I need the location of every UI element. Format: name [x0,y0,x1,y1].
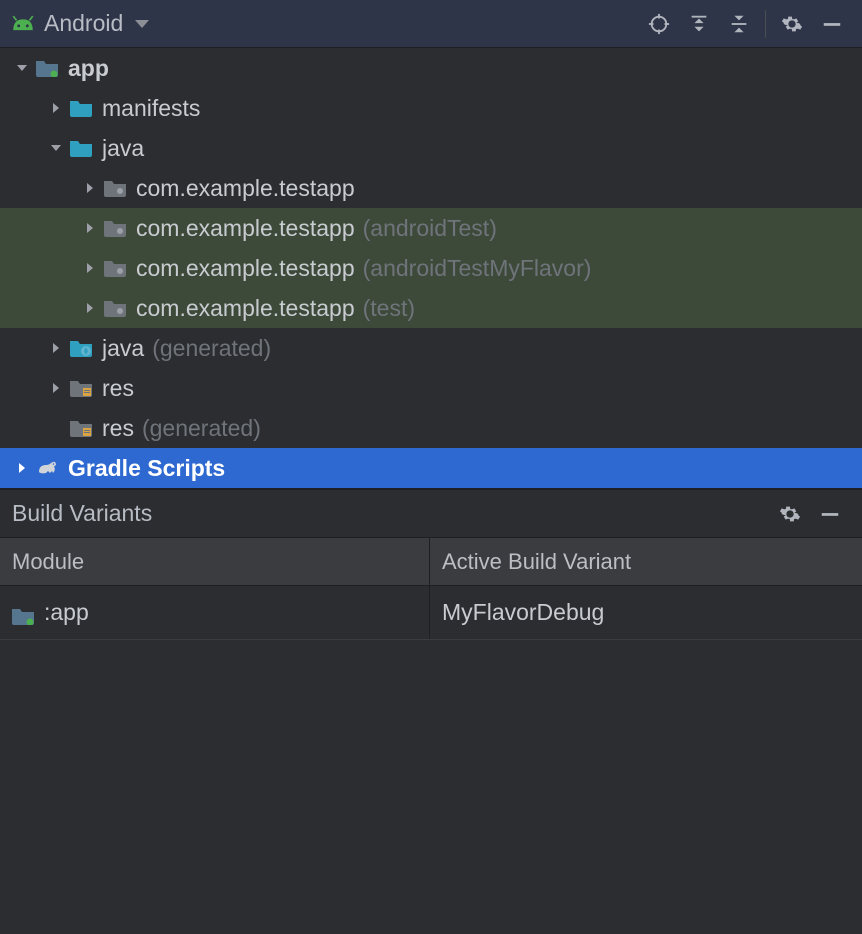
chevron-right-icon[interactable] [48,340,64,356]
tree-label-suffix: (generated) [142,415,261,442]
header-variant[interactable]: Active Build Variant [430,538,862,585]
tree-label: manifests [102,95,200,122]
folder-icon [70,139,92,157]
target-icon[interactable] [647,12,671,36]
tree-node-gradle-scripts[interactable]: Gradle Scripts [0,448,862,488]
tree-label: com.example.testapp [136,255,355,282]
tree-node-manifests[interactable]: manifests [0,88,862,128]
project-view-title[interactable]: Android [44,10,123,37]
chevron-right-icon[interactable] [82,180,98,196]
project-tree: app manifests java com.example.testapp c… [0,48,862,488]
tree-node-java-generated[interactable]: java (generated) [0,328,862,368]
chevron-right-icon[interactable] [14,460,30,476]
cell-variant[interactable]: MyFlavorDebug [430,586,862,639]
gear-icon[interactable] [780,12,804,36]
tree-label: res [102,375,134,402]
tree-label: app [68,55,109,82]
collapse-all-icon[interactable] [727,12,751,36]
tree-label: com.example.testapp [136,175,355,202]
tree-label-suffix: (androidTestMyFlavor) [363,255,592,282]
toolbar-separator [765,10,766,38]
tree-label-suffix: (test) [363,295,415,322]
android-icon [10,15,36,33]
tree-label: res [102,415,134,442]
gradle-icon [36,459,58,477]
tree-node-package-test[interactable]: com.example.testapp (test) [0,288,862,328]
chevron-right-icon[interactable] [82,220,98,236]
module-name: :app [44,599,89,626]
package-icon [104,219,126,237]
minimize-icon[interactable] [820,12,844,36]
empty-area [0,640,862,910]
package-icon [104,299,126,317]
chevron-right-icon[interactable] [48,380,64,396]
module-folder-icon [36,59,58,77]
tree-node-res-generated[interactable]: res (generated) [0,408,862,448]
package-icon [104,179,126,197]
chevron-right-icon[interactable] [82,300,98,316]
tree-label: java [102,135,144,162]
tree-node-java[interactable]: java [0,128,862,168]
tree-node-app[interactable]: app [0,48,862,88]
package-icon [104,259,126,277]
tree-label: com.example.testapp [136,295,355,322]
chevron-down-icon[interactable] [48,140,64,156]
table-row[interactable]: :app MyFlavorDebug [0,586,862,640]
chevron-right-icon[interactable] [48,100,64,116]
tree-label: Gradle Scripts [68,455,225,482]
tree-label-suffix: (androidTest) [363,215,497,242]
resource-folder-icon [70,419,92,437]
dropdown-arrow-icon[interactable] [135,20,149,28]
cell-module: :app [0,586,430,639]
folder-icon [70,99,92,117]
project-toolbar: Android [0,0,862,48]
panel-title: Build Variants [12,500,770,527]
tree-node-package-androidtest-flavor[interactable]: com.example.testapp (androidTestMyFlavor… [0,248,862,288]
resource-folder-icon [70,379,92,397]
table-header-row: Module Active Build Variant [0,538,862,586]
tree-label-suffix: (generated) [152,335,271,362]
generated-folder-icon [70,339,92,357]
chevron-down-icon[interactable] [14,60,30,76]
build-variants-table: Module Active Build Variant :app MyFlavo… [0,538,862,640]
build-variants-header: Build Variants [0,488,862,538]
gear-icon[interactable] [778,502,802,526]
chevron-right-icon[interactable] [82,260,98,276]
tree-node-package-androidtest[interactable]: com.example.testapp (androidTest) [0,208,862,248]
header-module[interactable]: Module [0,538,430,585]
tree-node-package-main[interactable]: com.example.testapp [0,168,862,208]
tree-node-res[interactable]: res [0,368,862,408]
module-folder-icon [12,604,34,622]
tree-label: com.example.testapp [136,215,355,242]
expand-all-icon[interactable] [687,12,711,36]
tree-label: java [102,335,144,362]
minimize-icon[interactable] [818,502,842,526]
